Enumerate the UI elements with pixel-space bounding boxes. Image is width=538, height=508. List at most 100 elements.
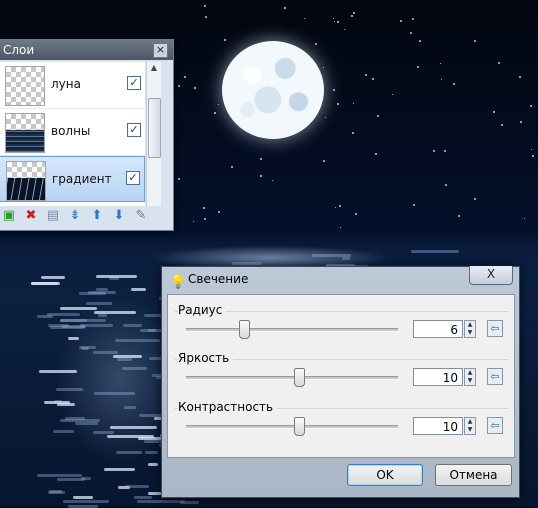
scroll-up-icon[interactable]: ▲ — [147, 62, 161, 74]
star — [204, 16, 207, 19]
layer-name: волны — [51, 124, 91, 138]
contrast-input[interactable]: 10 — [413, 417, 463, 435]
wave-highlight — [137, 499, 185, 503]
star — [354, 213, 357, 215]
star — [230, 166, 233, 169]
wave-highlight — [56, 387, 84, 391]
star — [340, 227, 342, 229]
wave-highlight — [148, 462, 158, 466]
brightness-slider-track[interactable] — [186, 376, 398, 380]
radius-slider-thumb[interactable] — [239, 320, 251, 339]
layer-visibility-checkbox[interactable]: ✓ — [127, 123, 141, 137]
wave-highlight — [79, 324, 114, 328]
star — [193, 86, 196, 89]
star — [183, 76, 186, 79]
wave-highlight — [179, 500, 199, 504]
duplicate-layer-icon[interactable]: ▤ — [45, 208, 61, 224]
layer-visibility-checkbox[interactable]: ✓ — [126, 171, 140, 185]
star — [392, 94, 394, 96]
cancel-button[interactable]: Отмена — [435, 464, 512, 486]
contrast-spinner[interactable]: ▲ ▼ — [464, 417, 476, 435]
layer-properties-icon[interactable]: ✎ — [133, 208, 149, 224]
layers-scrollbar[interactable]: ▲ — [146, 62, 161, 206]
wave-highlight — [40, 276, 65, 280]
layers-close-button[interactable]: × — [153, 43, 168, 58]
radius-slider-track[interactable] — [186, 328, 398, 332]
star — [523, 217, 525, 219]
layer-item-moon[interactable]: луна ✓ — [0, 62, 145, 109]
layer-thumbnail — [6, 161, 46, 201]
scrollbar-thumb[interactable] — [148, 98, 161, 158]
wave-highlight — [96, 275, 138, 279]
layer-visibility-checkbox[interactable]: ✓ — [127, 76, 141, 90]
brightness-input[interactable]: 10 — [413, 368, 463, 386]
layers-panel: Слои × луна ✓ волны ✓ градиент ✓ ▲ ▣ ✖ ▤… — [0, 39, 174, 231]
wave-highlight — [124, 405, 136, 409]
wave-highlight — [67, 504, 99, 508]
star — [284, 6, 287, 9]
move-layer-down-icon[interactable]: ⬇ — [111, 208, 127, 224]
star — [440, 79, 442, 81]
star — [343, 29, 345, 31]
contrast-slider-track[interactable] — [186, 425, 398, 429]
layers-panel-titlebar[interactable]: Слои × — [0, 40, 173, 60]
wave-highlight — [116, 450, 142, 454]
layer-item-waves[interactable]: волны ✓ — [0, 109, 145, 156]
star — [518, 76, 521, 79]
dialog-close-button[interactable]: X — [469, 266, 513, 285]
wave-highlight — [312, 253, 351, 257]
dialog-titlebar[interactable]: 💡 Свечение X — [162, 266, 519, 291]
wave-highlight — [60, 319, 88, 323]
ok-button[interactable]: OK — [347, 464, 423, 486]
contrast-reset-arrow-icon[interactable]: ⇦ — [487, 417, 503, 434]
radius-label: Радиус — [178, 303, 227, 317]
wave-highlight — [133, 496, 152, 500]
layer-item-gradient[interactable]: градиент ✓ — [0, 156, 145, 202]
star — [177, 84, 180, 87]
wave-highlight — [73, 496, 94, 500]
brightness-reset-arrow-icon[interactable]: ⇦ — [487, 368, 503, 385]
star — [315, 43, 318, 46]
radius-input[interactable]: 6 — [413, 320, 463, 338]
wave-highlight — [88, 291, 117, 295]
wave-highlight — [59, 307, 97, 311]
star — [333, 21, 335, 23]
wave-highlight — [98, 313, 108, 317]
star — [411, 17, 414, 20]
star — [493, 110, 496, 113]
wave-highlight — [96, 287, 109, 291]
layers-list: луна ✓ волны ✓ градиент ✓ — [0, 62, 145, 206]
star — [337, 21, 340, 24]
star — [497, 62, 500, 65]
star — [193, 220, 195, 222]
star — [501, 124, 504, 127]
star — [203, 206, 206, 209]
star — [529, 104, 532, 107]
delete-layer-icon[interactable]: ✖ — [23, 208, 39, 224]
brightness-spinner[interactable]: ▲ ▼ — [464, 368, 476, 386]
merge-down-icon[interactable]: ⇟ — [67, 208, 83, 224]
radius-spinner[interactable]: ▲ ▼ — [464, 320, 476, 338]
contrast-label: Контрастность — [178, 400, 278, 414]
glow-dialog: 💡 Свечение X Радиус 6 ▲ ▼ ⇦ Яркость 10 ▲ ▼… — [161, 266, 520, 498]
star — [334, 207, 336, 209]
layer-name: градиент — [52, 172, 112, 186]
star — [412, 204, 415, 207]
brightness-slider-thumb[interactable] — [294, 368, 306, 387]
layer-thumbnail — [5, 66, 45, 106]
wave-highlight — [93, 391, 135, 395]
radius-reset-arrow-icon[interactable]: ⇦ — [487, 320, 503, 337]
move-layer-up-icon[interactable]: ⬆ — [89, 208, 105, 224]
wave-highlight — [52, 430, 74, 434]
star — [224, 38, 227, 41]
add-layer-icon[interactable]: ▣ — [1, 208, 17, 224]
contrast-slider-thumb[interactable] — [294, 417, 306, 436]
star — [323, 160, 326, 163]
wave-highlight — [341, 257, 351, 261]
star — [445, 183, 448, 186]
contrast-group: Контрастность 10 ▲ ▼ ⇦ — [174, 400, 508, 448]
star — [353, 103, 355, 105]
star — [399, 20, 402, 23]
star — [178, 177, 181, 180]
star — [214, 112, 217, 115]
